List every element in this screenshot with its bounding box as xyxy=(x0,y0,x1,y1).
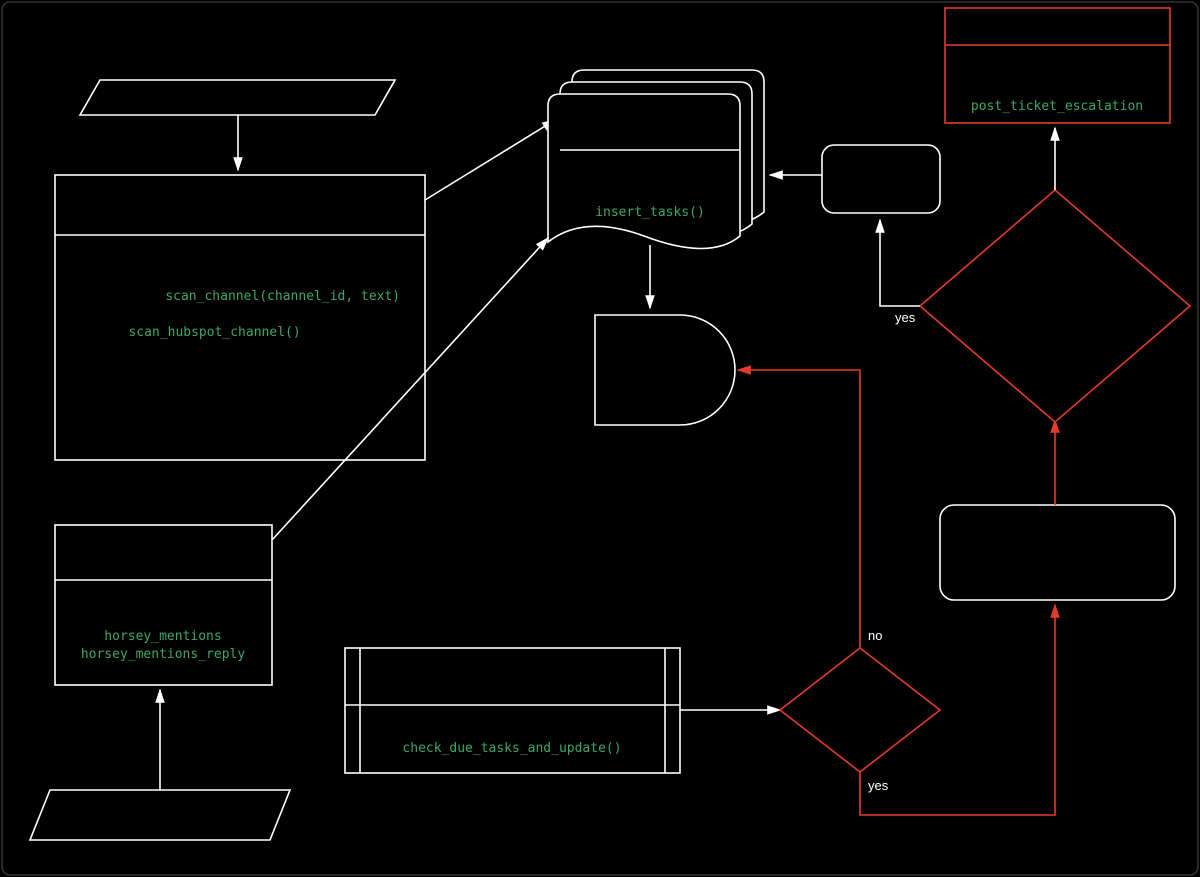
svg-text:Slack watcher (Horsey) sees th: Slack watcher (Horsey) sees the xyxy=(146,186,333,201)
svg-text:messages.: messages. xyxy=(75,342,138,357)
svg-text:& check if there is a response: & check if there is a response xyxy=(972,556,1143,571)
svg-text:insert_tasks(): insert_tasks() xyxy=(595,205,705,220)
svg-text:Function scan_hubspot_channel(: Function scan_hubspot_channel() to get l… xyxy=(75,324,372,340)
svg-text:If there are messages, they ar: If there are messages, they are included… xyxy=(75,378,342,393)
svg-text:Postgres trigger function: Postgres trigger function xyxy=(580,186,721,201)
svg-text:Technical details:: Technical details: xyxy=(1008,53,1107,68)
node-message-in-text: Message comes in monitored channel xyxy=(129,90,348,105)
node-cron: Cron-job to watch & consume tasks postgr… xyxy=(345,648,680,773)
svg-text:checking tasks: checking tasks xyxy=(607,123,693,138)
svg-text:Horsey adds: Horsey adds xyxy=(614,106,687,121)
svg-text:Edge Functions:: Edge Functions: xyxy=(116,596,210,611)
node-update-tasks: Update tasks due time and respond back. … xyxy=(55,525,272,685)
flow-diagram: Message comes in monitored channel Slack… xyxy=(0,0,1200,877)
label-yes-1: yes xyxy=(868,778,889,793)
svg-text:a cron job calls scan_channel(: a cron job calls scan_channel(channel_id… xyxy=(75,288,400,304)
svg-text:removing: removing xyxy=(854,163,907,178)
svg-text:Call the Help Platform API: Call the Help Platform API xyxy=(982,536,1132,551)
svg-text:horsey_mentions_reply: horsey_mentions_reply xyxy=(81,647,246,662)
svg-text:Someone @mentions horsey: Someone @mentions horsey xyxy=(76,798,244,813)
svg-text:Task is due: Task is due xyxy=(827,703,892,718)
svg-text:Cron-job to watch &: Cron-job to watch & xyxy=(455,660,569,675)
svg-text:table slack_msg.: table slack_msg. xyxy=(75,396,172,411)
node-add-tasks: Horsey adds checking tasks Technical det… xyxy=(548,70,764,249)
svg-text:Update tasks due time: Update tasks due time xyxy=(98,536,227,551)
svg-text:Is there a reply after the: Is there a reply after the xyxy=(986,288,1123,303)
node-reply-check: Is there a reply after the ticket appear… xyxy=(920,190,1190,422)
svg-text:Time (delay): Time (delay) xyxy=(628,363,700,378)
node-delay: Time (delay) xyxy=(595,315,735,425)
node-slack-watcher: Slack watcher (Horsey) sees the message … xyxy=(55,175,425,460)
svg-text:on a thread: on a thread xyxy=(127,816,193,831)
label-yes-2: yes xyxy=(895,310,916,325)
label-no: no xyxy=(868,628,882,643)
svg-text:Post on slack escalating: Post on slack escalating xyxy=(987,20,1126,35)
svg-text:which calls the Edge: which calls the Edge xyxy=(74,306,194,321)
svg-text:Technical details:: Technical details: xyxy=(191,250,290,265)
svg-text:ticket appeared in slack?: ticket appeared in slack? xyxy=(983,306,1126,321)
svg-text:Technical details:: Technical details: xyxy=(601,160,700,175)
svg-text:check_due_tasks_and_update(): check_due_tasks_and_update() xyxy=(402,741,621,756)
node-call-api: Call the Help Platform API & check if th… xyxy=(940,505,1175,600)
node-task-due: Task is due xyxy=(780,648,940,772)
node-removing: removing remaining tasks xyxy=(822,145,940,213)
svg-text:postgres function: postgres function xyxy=(462,720,561,735)
svg-text:horsey_mentions: horsey_mentions xyxy=(104,629,221,644)
svg-text:post_ticket_escalation: post_ticket_escalation xyxy=(971,99,1143,114)
svg-text:consume tasks: consume tasks xyxy=(469,678,556,693)
svg-text:remaining tasks: remaining tasks xyxy=(835,181,927,196)
svg-text:message: message xyxy=(214,203,267,218)
svg-text:Edge function: Edge function xyxy=(1017,80,1097,95)
node-escalate: Post on slack escalating Technical detai… xyxy=(945,8,1170,123)
svg-text:and respond back.: and respond back. xyxy=(110,553,217,568)
